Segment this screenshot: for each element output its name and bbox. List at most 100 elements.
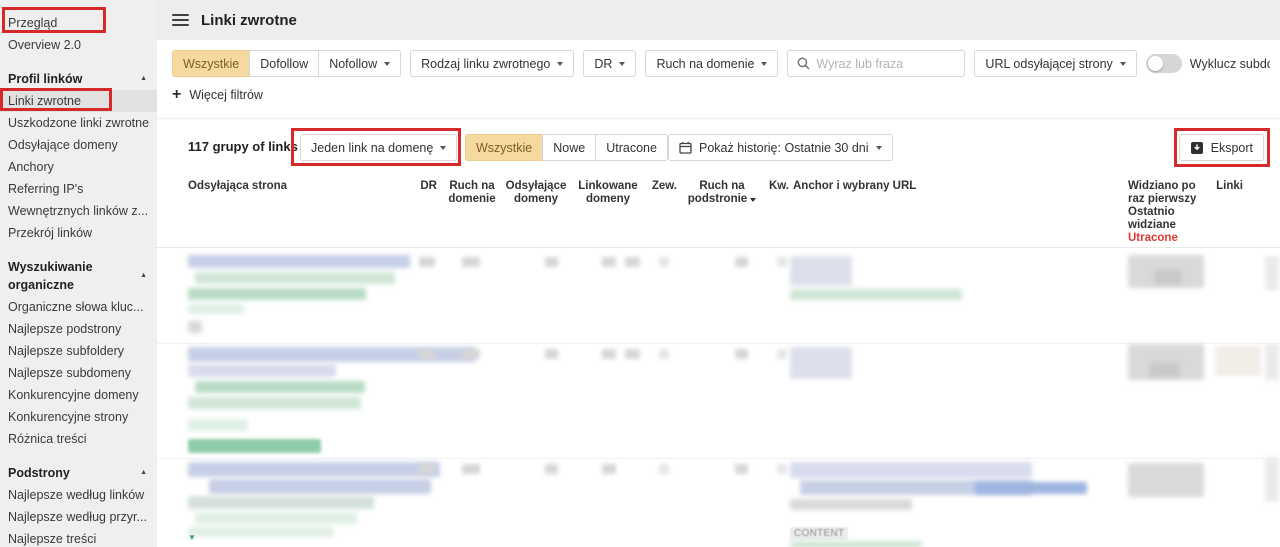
- column-header-links[interactable]: Linki: [1203, 180, 1243, 193]
- sidebar-item-organiczne-slowa[interactable]: Organiczne słowa kluc...: [0, 296, 157, 318]
- filter-bar: Wszystkie Dofollow Nofollow Rodzaj linku…: [172, 50, 1270, 77]
- redacted-value: [462, 257, 480, 267]
- sidebar-item-linki-zwrotne[interactable]: Linki zwrotne: [0, 90, 157, 112]
- last-seen-label: Ostatnio widziane: [1128, 206, 1214, 232]
- chevron-down-icon: [440, 146, 446, 150]
- sidebar-section-profil-linkow[interactable]: Profil linków ▲: [0, 68, 157, 90]
- filter-all-label: Wszystkie: [183, 57, 239, 71]
- exclude-subdomains-toggle[interactable]: [1146, 54, 1182, 73]
- redacted-value: [777, 464, 787, 474]
- redacted-meta: [188, 527, 334, 537]
- sidebar-section-title: Podstrony: [8, 464, 70, 482]
- sidebar-item-konkurencyjne-domeny[interactable]: Konkurencyjne domeny: [0, 384, 157, 406]
- sidebar-item-najlepsze-subfoldery[interactable]: Najlepsze subfoldery: [0, 340, 157, 362]
- column-header-dates[interactable]: Widziano po raz pierwszy Ostatnio widzia…: [1128, 180, 1214, 245]
- redacted-value: [419, 257, 435, 267]
- toggle-knob: [1148, 56, 1163, 71]
- sidebar-item-przeglad[interactable]: Przegląd: [0, 12, 157, 34]
- redacted-value: [659, 349, 669, 359]
- redacted-anchor: [790, 462, 1032, 478]
- collapse-arrow-icon: ▲: [140, 70, 147, 88]
- more-filters-button[interactable]: + Więcej filtrów: [172, 88, 263, 102]
- filter-nofollow-button[interactable]: Nofollow: [318, 50, 401, 77]
- sidebar-item-przekroj[interactable]: Przekrój linków: [0, 222, 157, 244]
- links-count: 117 grupy of links: [188, 133, 298, 161]
- sidebar-item-wedlug-przyrostu[interactable]: Najlepsze według przyr...: [0, 506, 157, 528]
- chevron-down-icon: [619, 62, 625, 66]
- column-header-keywords[interactable]: Kw.: [761, 180, 789, 193]
- history-label: Pokaż historię: Ostatnie 30 dni: [699, 141, 869, 155]
- column-header-referring-page[interactable]: Odsyłająca strona: [188, 180, 388, 193]
- url-scope-dropdown[interactable]: URL odsyłającej strony: [974, 50, 1136, 77]
- sidebar-item-konkurencyjne-strony[interactable]: Konkurencyjne strony: [0, 406, 157, 428]
- hamburger-menu-icon[interactable]: [172, 11, 189, 29]
- domain-traffic-label: Ruch na domenie: [656, 57, 754, 71]
- redacted-anchor: [790, 499, 912, 510]
- sidebar-item-najlepsze-subdomeny[interactable]: Najlepsze subdomeny: [0, 362, 157, 384]
- group-mode-dropdown[interactable]: Jeden link na domenę: [300, 134, 457, 161]
- redacted-anchor-highlight: [975, 482, 1087, 494]
- filter-nofollow-label: Nofollow: [329, 57, 377, 71]
- collapse-arrow-icon: ▲: [140, 267, 147, 285]
- content-panel: Wszystkie Dofollow Nofollow Rodzaj linku…: [157, 40, 1280, 547]
- sidebar-item-odsylajace-domeny[interactable]: Odsyłające domeny: [0, 134, 157, 156]
- sidebar-item-referring-ips[interactable]: Referring IP's: [0, 178, 157, 200]
- sidebar-section-title: Profil linków: [8, 70, 82, 88]
- collapse-arrow-icon: ▲: [140, 464, 147, 482]
- filter-all-button[interactable]: Wszystkie: [172, 50, 250, 77]
- redacted-meta: [188, 321, 202, 333]
- column-header-domain-traffic[interactable]: Ruch na domenie: [442, 180, 502, 206]
- backlink-type-label: Rodzaj linku zwrotnego: [421, 57, 550, 71]
- status-all-button[interactable]: Wszystkie: [465, 134, 543, 161]
- sidebar-section-wyszukiwanie[interactable]: Wyszukiwanie organiczne ▲: [0, 256, 157, 296]
- status-lost-button[interactable]: Utracone: [595, 134, 668, 161]
- column-header-linked-domains[interactable]: Linkowane domeny: [576, 180, 640, 206]
- column-header-page-traffic[interactable]: Ruch na podstronie: [687, 180, 757, 206]
- row-divider: [157, 458, 1280, 459]
- redacted-value: [419, 464, 435, 474]
- column-header-dr[interactable]: DR: [405, 180, 437, 193]
- sidebar-item-anchory[interactable]: Anchory: [0, 156, 157, 178]
- sidebar-section-podstrony[interactable]: Podstrony ▲: [0, 462, 157, 484]
- redacted-page-title: [188, 364, 336, 377]
- redacted-value: [602, 464, 616, 474]
- sidebar-item-wewnetrznych[interactable]: Wewnętrznych linków z...: [0, 200, 157, 222]
- sidebar-item-wedlug-linkow[interactable]: Najlepsze według linków: [0, 484, 157, 506]
- redacted-value: [659, 257, 669, 267]
- redacted-links: [1265, 457, 1279, 502]
- search-input[interactable]: [816, 57, 955, 71]
- status-segmented-control: Wszystkie Nowe Utracone: [465, 134, 668, 161]
- first-seen-label: Widziano po raz pierwszy: [1128, 180, 1214, 206]
- dr-dropdown[interactable]: DR: [583, 50, 636, 77]
- chevron-down-icon: [876, 146, 882, 150]
- redacted-anchor: [790, 256, 852, 286]
- column-header-anchor[interactable]: Anchor i wybrany URL: [793, 180, 1013, 193]
- export-download-icon: [1190, 141, 1204, 155]
- backlink-type-dropdown[interactable]: Rodzaj linku zwrotnego: [410, 50, 574, 77]
- sidebar-gap: [0, 450, 157, 462]
- expand-row-icon[interactable]: ▼: [188, 534, 196, 542]
- filter-dofollow-button[interactable]: Dofollow: [249, 50, 319, 77]
- domain-traffic-dropdown[interactable]: Ruch na domenie: [645, 50, 778, 77]
- search-box: [787, 50, 965, 77]
- status-new-button[interactable]: Nowe: [542, 134, 596, 161]
- column-header-referring-domains[interactable]: Odsyłające domeny: [505, 180, 567, 206]
- column-header-external[interactable]: Zew.: [649, 180, 677, 193]
- sidebar-item-najlepsze-podstrony[interactable]: Najlepsze podstrony: [0, 318, 157, 340]
- redacted-value: [419, 349, 435, 359]
- group-mode-label: Jeden link na domenę: [311, 141, 433, 155]
- redacted-value: [545, 464, 558, 474]
- sidebar-item-roznica-tresci[interactable]: Różnica treści: [0, 428, 157, 450]
- search-icon: [797, 57, 810, 70]
- redacted-dates: [1150, 362, 1180, 377]
- redacted-value: [659, 464, 669, 474]
- redacted-value: [462, 349, 480, 359]
- sidebar-item-uszkodzone[interactable]: Uszkodzone linki zwrotne: [0, 112, 157, 134]
- redacted-value: [735, 349, 748, 359]
- sidebar-item-overview-2[interactable]: Overview 2.0: [0, 34, 157, 56]
- sidebar-item-najlepsze-tresci[interactable]: Najlepsze treści: [0, 528, 157, 547]
- export-button[interactable]: Eksport: [1179, 134, 1264, 161]
- status-new-label: Nowe: [553, 141, 585, 155]
- redacted-page-title: [188, 462, 440, 477]
- history-dropdown[interactable]: Pokaż historię: Ostatnie 30 dni: [668, 134, 893, 161]
